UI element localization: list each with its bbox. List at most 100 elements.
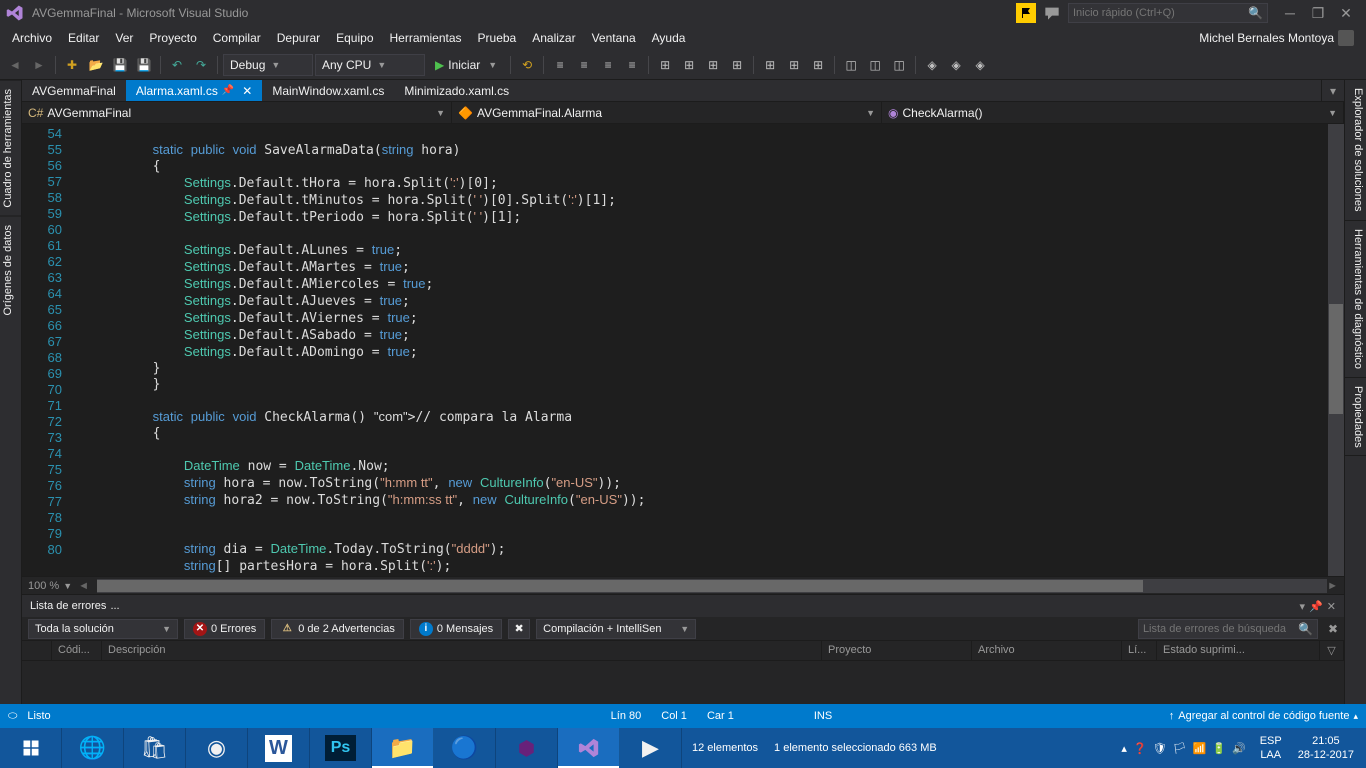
col-file[interactable]: Archivo: [972, 641, 1122, 660]
tray-network-icon[interactable]: 📶: [1193, 742, 1207, 755]
solution-config-dropdown[interactable]: Debug▼: [223, 54, 313, 76]
toolbar-button[interactable]: ⊞: [726, 54, 748, 76]
taskbar-chrome[interactable]: 🔵: [434, 728, 496, 768]
browser-link-button[interactable]: ⟲: [516, 54, 538, 76]
pin-icon[interactable]: 📌: [222, 85, 234, 96]
feedback-icon[interactable]: [1040, 3, 1064, 23]
hscroll-right-icon[interactable]: ►: [1327, 580, 1338, 592]
clear-filter-button[interactable]: ✖: [508, 619, 530, 639]
diagnostic-tools-tab[interactable]: Herramientas de diagnóstico: [1345, 221, 1366, 378]
build-intellisense-dropdown[interactable]: Compilación + IntelliSen▼: [536, 619, 696, 639]
tab-mainwindow[interactable]: MainWindow.xaml.cs: [262, 80, 394, 101]
toolbox-tab[interactable]: Cuadro de herramientas: [0, 80, 21, 216]
quick-launch-input[interactable]: [1073, 7, 1263, 19]
col-description[interactable]: Descripción: [102, 641, 822, 660]
toolbar-button[interactable]: ◫: [888, 54, 910, 76]
vertical-scrollbar[interactable]: [1328, 124, 1344, 576]
menu-pruebas[interactable]: Prueba: [470, 28, 525, 48]
taskbar-lang[interactable]: ESP LAA: [1252, 732, 1290, 765]
redo-button[interactable]: ↷: [190, 54, 212, 76]
tray-security-icon[interactable]: 🛡: [1153, 742, 1167, 755]
toolbar-button[interactable]: ◈: [921, 54, 943, 76]
close-button[interactable]: ✕: [1332, 2, 1360, 24]
error-search-input[interactable]: [1143, 623, 1313, 635]
tray-volume-icon[interactable]: 🔊: [1232, 742, 1246, 755]
tray-action-center-icon[interactable]: 🏳: [1173, 742, 1187, 755]
new-project-button[interactable]: ✚: [61, 54, 83, 76]
toolbar-button[interactable]: ⊞: [807, 54, 829, 76]
hscroll-left-icon[interactable]: ◄: [78, 580, 89, 592]
hscroll-thumb[interactable]: [97, 580, 1143, 592]
errors-filter[interactable]: ✕0 Errores: [184, 619, 265, 639]
taskbar-store[interactable]: 🛍: [124, 728, 186, 768]
toolbar-button[interactable]: ≡: [621, 54, 643, 76]
taskbar-clock[interactable]: 21:05 28-12-2017: [1290, 732, 1362, 765]
tab-project[interactable]: AVGemmaFinal: [22, 80, 126, 101]
col-code[interactable]: Códi...: [52, 641, 102, 660]
taskbar-word[interactable]: W: [248, 728, 310, 768]
maximize-button[interactable]: ❐: [1304, 2, 1332, 24]
tray-overflow-icon[interactable]: ▴: [1121, 742, 1127, 755]
signed-in-user[interactable]: Michel Bernales Montoya: [1199, 30, 1362, 46]
taskbar-camtasia[interactable]: ◉: [186, 728, 248, 768]
menu-herramientas[interactable]: Herramientas: [382, 28, 470, 48]
toolbar-button[interactable]: ≡: [597, 54, 619, 76]
toolbar-button[interactable]: ◫: [864, 54, 886, 76]
taskbar-mediaplayer[interactable]: ▶: [620, 728, 682, 768]
menu-compilar[interactable]: Compilar: [205, 28, 269, 48]
save-all-button[interactable]: 💾: [133, 54, 155, 76]
minimize-button[interactable]: ─: [1276, 2, 1304, 24]
tray-battery-icon[interactable]: 🔋: [1212, 742, 1226, 755]
col-icon[interactable]: [22, 641, 52, 660]
data-sources-tab[interactable]: Orígenes de datos: [0, 216, 21, 324]
pin-icon[interactable]: 📌: [1309, 600, 1323, 613]
toolbar-button[interactable]: ◈: [945, 54, 967, 76]
menu-analizar[interactable]: Analizar: [524, 28, 583, 48]
quick-launch[interactable]: 🔍: [1068, 3, 1268, 23]
close-tab-icon[interactable]: ✕: [242, 84, 252, 98]
properties-tab[interactable]: Propiedades: [1345, 378, 1366, 457]
menu-equipo[interactable]: Equipo: [328, 28, 381, 48]
toolbar-button[interactable]: ⊞: [759, 54, 781, 76]
code-editor[interactable]: 5455565758596061626364656667686970717273…: [22, 124, 1344, 576]
menu-depurar[interactable]: Depurar: [269, 28, 328, 48]
toolbar-button[interactable]: ⊞: [654, 54, 676, 76]
panel-menu-icon[interactable]: ▾: [1300, 600, 1306, 613]
start-button[interactable]: [0, 728, 62, 768]
toolbar-button[interactable]: ⊞: [702, 54, 724, 76]
toolbar-button[interactable]: ≡: [573, 54, 595, 76]
menu-editar[interactable]: Editar: [60, 28, 107, 48]
start-debug-button[interactable]: ▶Iniciar▼: [427, 54, 505, 76]
menu-archivo[interactable]: Archivo: [4, 28, 60, 48]
menu-proyecto[interactable]: Proyecto: [141, 28, 204, 48]
scroll-thumb[interactable]: [1329, 304, 1343, 414]
solution-explorer-tab[interactable]: Explorador de soluciones: [1345, 80, 1366, 221]
tab-alarma[interactable]: Alarma.xaml.cs📌✕: [126, 80, 263, 101]
col-project[interactable]: Proyecto: [822, 641, 972, 660]
tab-overflow[interactable]: ▾: [1321, 80, 1344, 101]
messages-filter[interactable]: i0 Mensajes: [410, 619, 502, 639]
toolbar-button[interactable]: ◫: [840, 54, 862, 76]
taskbar-blend[interactable]: ⬢: [496, 728, 558, 768]
tab-minimizado[interactable]: Minimizado.xaml.cs: [394, 80, 519, 101]
open-file-button[interactable]: 📂: [85, 54, 107, 76]
source-control-button[interactable]: ↑ Agregar al control de código fuente ▴: [1169, 710, 1358, 722]
nav-forward-button[interactable]: ►: [28, 54, 50, 76]
menu-ventana[interactable]: Ventana: [584, 28, 644, 48]
member-dropdown[interactable]: ◉CheckAlarma()▼: [882, 102, 1344, 123]
undo-button[interactable]: ↶: [166, 54, 188, 76]
warnings-filter[interactable]: ⚠0 de 2 Advertencias: [271, 619, 404, 639]
zoom-level[interactable]: 100 %: [28, 580, 59, 592]
taskbar-photoshop[interactable]: Ps: [310, 728, 372, 768]
notification-flag-icon[interactable]: [1016, 3, 1036, 23]
taskbar-ie[interactable]: 🌐: [62, 728, 124, 768]
menu-ver[interactable]: Ver: [107, 28, 141, 48]
solution-scope-dropdown[interactable]: Toda la solución▼: [28, 619, 178, 639]
filter-toggle-icon[interactable]: ✖: [1328, 622, 1338, 636]
code-content[interactable]: static public void SaveAlarmaData(string…: [90, 124, 1328, 576]
scope-dropdown[interactable]: C#AVGemmaFinal▼: [22, 102, 452, 123]
horizontal-scrollbar[interactable]: [97, 579, 1327, 593]
close-panel-icon[interactable]: ✕: [1327, 600, 1336, 613]
toolbar-button[interactable]: ⊞: [678, 54, 700, 76]
taskbar-explorer[interactable]: 📁: [372, 728, 434, 768]
